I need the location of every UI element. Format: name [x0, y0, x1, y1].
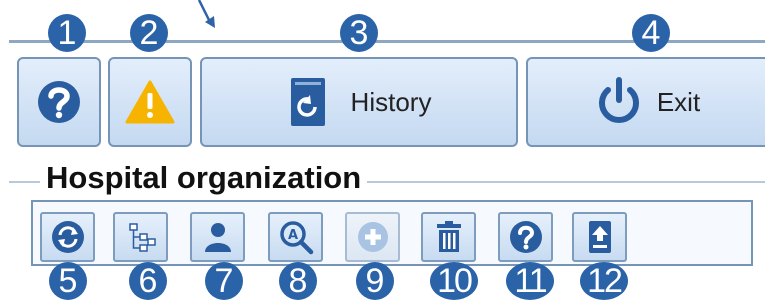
refresh-button[interactable]	[40, 212, 95, 262]
tree-structure-icon	[128, 223, 156, 252]
history-button[interactable]: History	[200, 57, 518, 147]
callout-11: 11	[506, 262, 554, 300]
user-icon	[204, 223, 231, 252]
callout-1: 1	[48, 14, 86, 52]
warning-triangle-icon	[125, 80, 175, 124]
search-icon: A	[279, 221, 313, 255]
callout-6: 6	[129, 262, 167, 300]
callout-8: 8	[279, 262, 317, 300]
search-button[interactable]: A	[268, 212, 323, 262]
question-circle-icon	[509, 221, 542, 253]
section-title: Hospital organization	[40, 160, 368, 196]
power-icon	[598, 77, 639, 123]
help-button[interactable]	[17, 57, 101, 147]
user-button[interactable]	[190, 212, 245, 262]
callout-9: 9	[356, 262, 394, 300]
svg-text:A: A	[287, 228, 297, 243]
refresh-icon	[51, 221, 84, 253]
exit-label: Exit	[656, 86, 701, 117]
history-label: History	[350, 86, 432, 117]
callout-2: 2	[130, 14, 168, 52]
history-book-icon	[290, 78, 325, 126]
callout-7: 7	[205, 262, 243, 300]
delete-button[interactable]	[421, 212, 476, 262]
callout-3: 3	[340, 14, 378, 52]
callout-4: 4	[632, 14, 670, 52]
export-icon	[588, 221, 611, 253]
add-button[interactable]	[345, 212, 400, 262]
warning-button[interactable]	[108, 57, 192, 147]
trash-icon	[436, 221, 461, 252]
pointer-arrow-icon	[197, 0, 215, 28]
add-icon	[357, 222, 388, 252]
tree-structure-button[interactable]	[113, 212, 168, 262]
callout-5: 5	[49, 262, 87, 300]
help-small-button[interactable]	[498, 212, 553, 262]
question-circle-icon	[38, 81, 80, 123]
callout-10: 10	[430, 262, 478, 300]
exit-button[interactable]: Exit	[526, 57, 765, 147]
export-button[interactable]	[572, 212, 627, 262]
callout-12: 12	[580, 262, 628, 300]
